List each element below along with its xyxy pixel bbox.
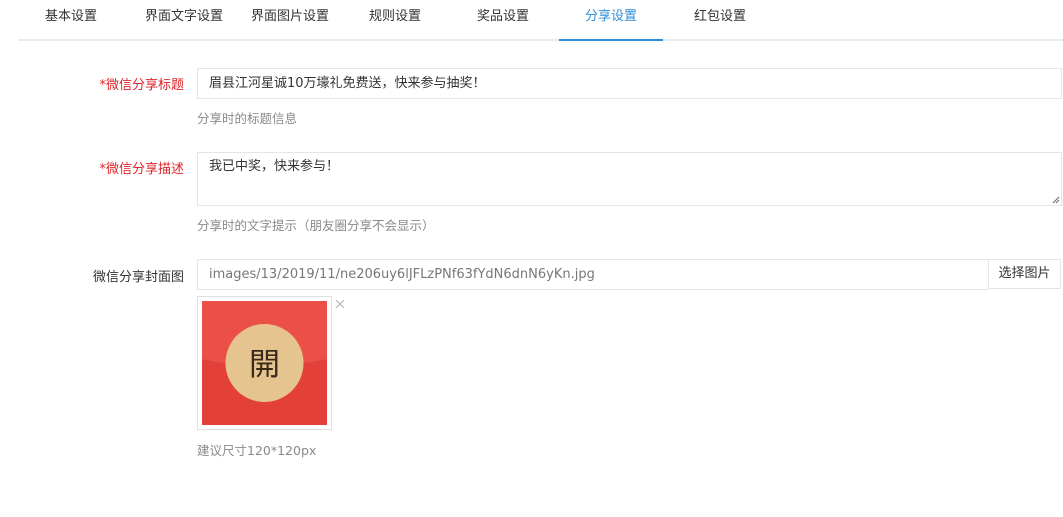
tab-ui-image[interactable]: 界面图片设置 bbox=[242, 0, 338, 39]
settings-tabs: 基本设置 界面文字设置 界面图片设置 规则设置 奖品设置 分享设置 红包设置 bbox=[18, 0, 1063, 41]
share-desc-help: 分享时的文字提示（朋友圈分享不会显示） bbox=[197, 218, 435, 233]
tab-prizes[interactable]: 奖品设置 bbox=[456, 0, 550, 39]
share-desc-label: *微信分享描述 bbox=[99, 158, 184, 177]
tab-rules[interactable]: 规则设置 bbox=[348, 0, 442, 39]
share-title-input[interactable]: 眉县江河星诚10万壕礼免费送，快来参与抽奖！ bbox=[197, 68, 1062, 99]
close-icon[interactable] bbox=[333, 297, 347, 311]
cover-thumbnail: 開 bbox=[197, 296, 332, 430]
share-cover-help: 建议尺寸120*120px bbox=[197, 443, 317, 458]
tab-share[interactable]: 分享设置 bbox=[559, 0, 663, 41]
red-envelope-icon: 開 bbox=[202, 301, 327, 425]
share-desc-value: 我已中奖，快来参与！ bbox=[209, 159, 340, 174]
tab-red-packet[interactable]: 红包设置 bbox=[673, 0, 767, 39]
resize-grip-icon[interactable] bbox=[1051, 195, 1060, 204]
tab-basic[interactable]: 基本设置 bbox=[24, 0, 118, 39]
share-desc-textarea[interactable]: 我已中奖，快来参与！ bbox=[197, 152, 1062, 206]
thumbnail-glyph: 開 bbox=[249, 347, 280, 383]
share-cover-label: 微信分享封面图 bbox=[92, 270, 184, 285]
tab-ui-text[interactable]: 界面文字设置 bbox=[136, 0, 232, 39]
share-title-label: *微信分享标题 bbox=[99, 74, 184, 93]
share-settings-page: 基本设置 界面文字设置 界面图片设置 规则设置 奖品设置 分享设置 红包设置 *… bbox=[0, 0, 1063, 517]
share-cover-path-input[interactable]: images/13/2019/11/ne206uy6lJFLzPNf63fYdN… bbox=[197, 259, 989, 290]
select-image-button[interactable]: 选择图片 bbox=[988, 259, 1061, 289]
share-title-help: 分享时的标题信息 bbox=[197, 111, 298, 126]
share-title-label-text: 微信分享标题 bbox=[105, 78, 184, 93]
share-desc-label-text: 微信分享描述 bbox=[105, 162, 184, 177]
